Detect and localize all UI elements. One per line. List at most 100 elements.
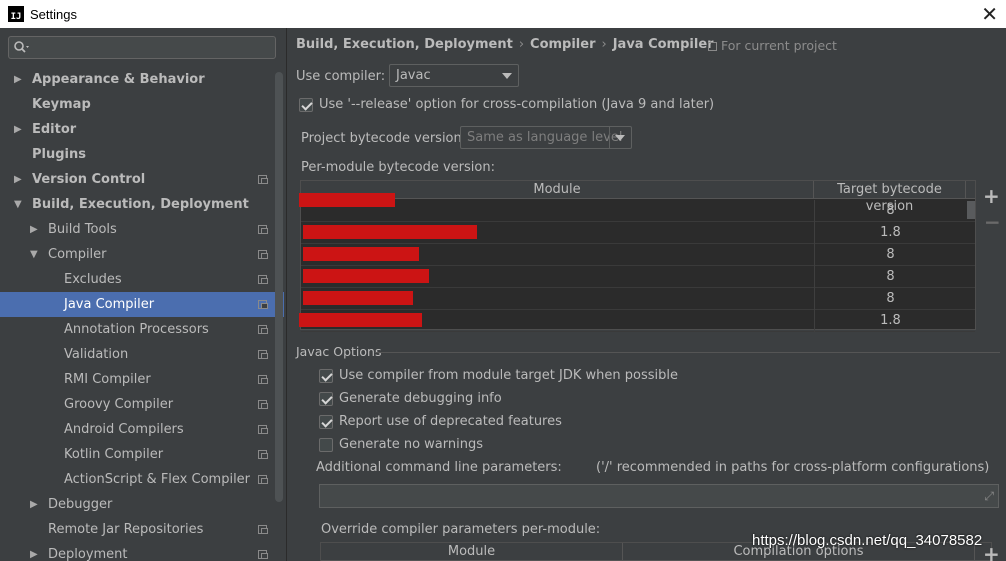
group-separator <box>375 352 1000 353</box>
project-scope-icon <box>258 350 268 359</box>
sidebar-item[interactable]: ▼ Compiler <box>0 242 286 267</box>
sidebar-item[interactable]: Groovy Compiler <box>0 392 286 417</box>
sidebar-item[interactable]: Plugins <box>0 142 286 167</box>
target-version-cell[interactable]: 8 <box>814 288 966 310</box>
sidebar-item[interactable]: ▶ Editor <box>0 117 286 142</box>
target-version-cell[interactable]: 8 <box>814 200 966 222</box>
chevron-right-icon[interactable]: ▶ <box>14 167 22 192</box>
additional-params-field[interactable]: ⤢ <box>319 484 999 508</box>
add-override-button[interactable]: + <box>983 542 1000 561</box>
table-row[interactable]: 8 <box>301 244 975 266</box>
target-version-cell[interactable]: 8 <box>814 266 966 288</box>
title-bar: IJ Settings ✕ <box>0 0 1006 28</box>
sidebar-item[interactable]: ▶ Build Tools <box>0 217 286 242</box>
add-module-button[interactable]: + <box>983 184 1000 208</box>
sidebar-item[interactable]: Excludes <box>0 267 286 292</box>
project-scope-icon <box>258 425 268 434</box>
use-compiler-select[interactable]: Javac <box>389 64 519 87</box>
sidebar-item[interactable]: Kotlin Compiler <box>0 442 286 467</box>
release-option-checkbox[interactable] <box>299 98 313 112</box>
redaction-mark <box>303 269 429 283</box>
javac-option-checkbox[interactable] <box>319 392 333 406</box>
javac-option-label[interactable]: Use compiler from module target JDK when… <box>339 368 678 383</box>
chevron-right-icon[interactable]: ▶ <box>30 542 38 561</box>
javac-option-checkbox[interactable] <box>319 369 333 383</box>
table-header: Module Target bytecode version <box>301 181 975 214</box>
sidebar-item[interactable]: RMI Compiler <box>0 367 286 392</box>
sidebar-item-label: Appearance & Behavior <box>32 72 205 87</box>
project-scope-icon <box>708 42 717 51</box>
sidebar-item[interactable]: Android Compilers <box>0 417 286 442</box>
sidebar-item[interactable]: ActionScript & Flex Compiler <box>0 467 286 492</box>
sidebar-item[interactable]: Java Compiler <box>0 292 284 317</box>
chevron-down-icon <box>502 73 512 79</box>
table-row[interactable]: 1.8 <box>299 310 975 332</box>
close-icon[interactable]: ✕ <box>981 2 998 26</box>
sidebar-item[interactable]: ▶ Debugger <box>0 492 286 517</box>
breadcrumb-item: Build, Execution, Deployment <box>296 37 513 52</box>
breadcrumb-item: Java Compiler <box>612 37 714 52</box>
sidebar-scrollbar[interactable] <box>275 72 283 502</box>
breadcrumb-separator: › <box>518 37 525 52</box>
additional-params-label: Additional command line parameters: <box>316 460 562 475</box>
watermark: https://blog.csdn.net/qq_34078582 <box>752 532 983 549</box>
sidebar-item[interactable]: Remote Jar Repositories <box>0 517 286 542</box>
sidebar-item-label: Plugins <box>32 147 86 162</box>
module-cell <box>301 266 814 288</box>
javac-option-label[interactable]: Generate no warnings <box>339 437 483 452</box>
target-version-cell[interactable]: 1.8 <box>814 310 966 332</box>
project-scope-icon <box>258 550 268 559</box>
scope-label: For current project <box>721 38 837 53</box>
sidebar-item[interactable]: Annotation Processors <box>0 317 286 342</box>
table-row[interactable]: 8 <box>301 266 975 288</box>
javac-option-label[interactable]: Generate debugging info <box>339 391 502 406</box>
sidebar-item-label: Validation <box>64 347 129 362</box>
chevron-right-icon[interactable]: ▶ <box>30 492 38 517</box>
sidebar-item[interactable]: ▶ Deployment <box>0 542 286 561</box>
javac-option-label[interactable]: Report use of deprecated features <box>339 414 562 429</box>
chevron-down-icon[interactable]: ▼ <box>14 192 22 217</box>
release-option-label[interactable]: Use '--release' option for cross-compila… <box>319 97 714 112</box>
sidebar-item-label: Annotation Processors <box>64 322 209 337</box>
bytecode-version-select[interactable]: Same as language level <box>460 126 632 149</box>
project-scope-icon <box>258 475 268 484</box>
sidebar-item-label: Excludes <box>64 272 122 287</box>
table-row[interactable]: 8 <box>299 193 975 222</box>
project-scope-icon <box>258 375 268 384</box>
project-scope-icon <box>258 225 268 234</box>
module-cell <box>301 244 814 266</box>
javac-option-checkbox[interactable] <box>319 415 333 429</box>
javac-options-title: Javac Options <box>296 344 382 359</box>
table-scrollbar[interactable] <box>967 201 975 219</box>
target-version-cell[interactable]: 8 <box>814 244 966 266</box>
remove-module-button[interactable]: − <box>984 210 1001 234</box>
table-row[interactable]: 8 <box>301 288 975 310</box>
sidebar-item[interactable]: ▶ Appearance & Behavior <box>0 67 286 92</box>
sidebar-item[interactable]: ▼ Build, Execution, Deployment <box>0 192 286 217</box>
chevron-right-icon[interactable]: ▶ <box>14 67 22 92</box>
javac-option-checkbox[interactable] <box>319 438 333 452</box>
expand-icon[interactable]: ⤢ <box>984 489 994 504</box>
target-version-cell[interactable]: 1.8 <box>814 222 966 244</box>
sidebar-item[interactable]: ▶ Version Control <box>0 167 286 192</box>
chevron-down-icon[interactable]: ▼ <box>30 242 38 267</box>
sidebar-item-label: Build Tools <box>48 222 117 237</box>
sidebar-item-label: ActionScript & Flex Compiler <box>64 472 251 487</box>
table-row[interactable]: 1.8 <box>301 222 975 244</box>
sidebar-item[interactable]: Validation <box>0 342 286 367</box>
chevron-right-icon[interactable]: ▶ <box>14 117 22 142</box>
column-header-target-version[interactable]: Target bytecode version <box>814 181 966 214</box>
project-scope-icon <box>258 450 268 459</box>
search-input[interactable] <box>8 36 276 59</box>
sidebar-item-label: Java Compiler <box>64 297 155 312</box>
sidebar-item-label: Deployment <box>48 547 128 561</box>
sidebar-item[interactable]: Keymap <box>0 92 286 117</box>
sidebar-item-label: Version Control <box>32 172 146 187</box>
per-module-label: Per-module bytecode version: <box>301 160 495 175</box>
chevron-down-icon <box>615 135 625 141</box>
breadcrumb-separator: › <box>601 37 607 52</box>
module-cell <box>299 310 814 332</box>
chevron-right-icon[interactable]: ▶ <box>30 217 38 242</box>
column-header-module[interactable]: Module <box>321 543 623 561</box>
sidebar-item-label: Remote Jar Repositories <box>48 522 204 537</box>
